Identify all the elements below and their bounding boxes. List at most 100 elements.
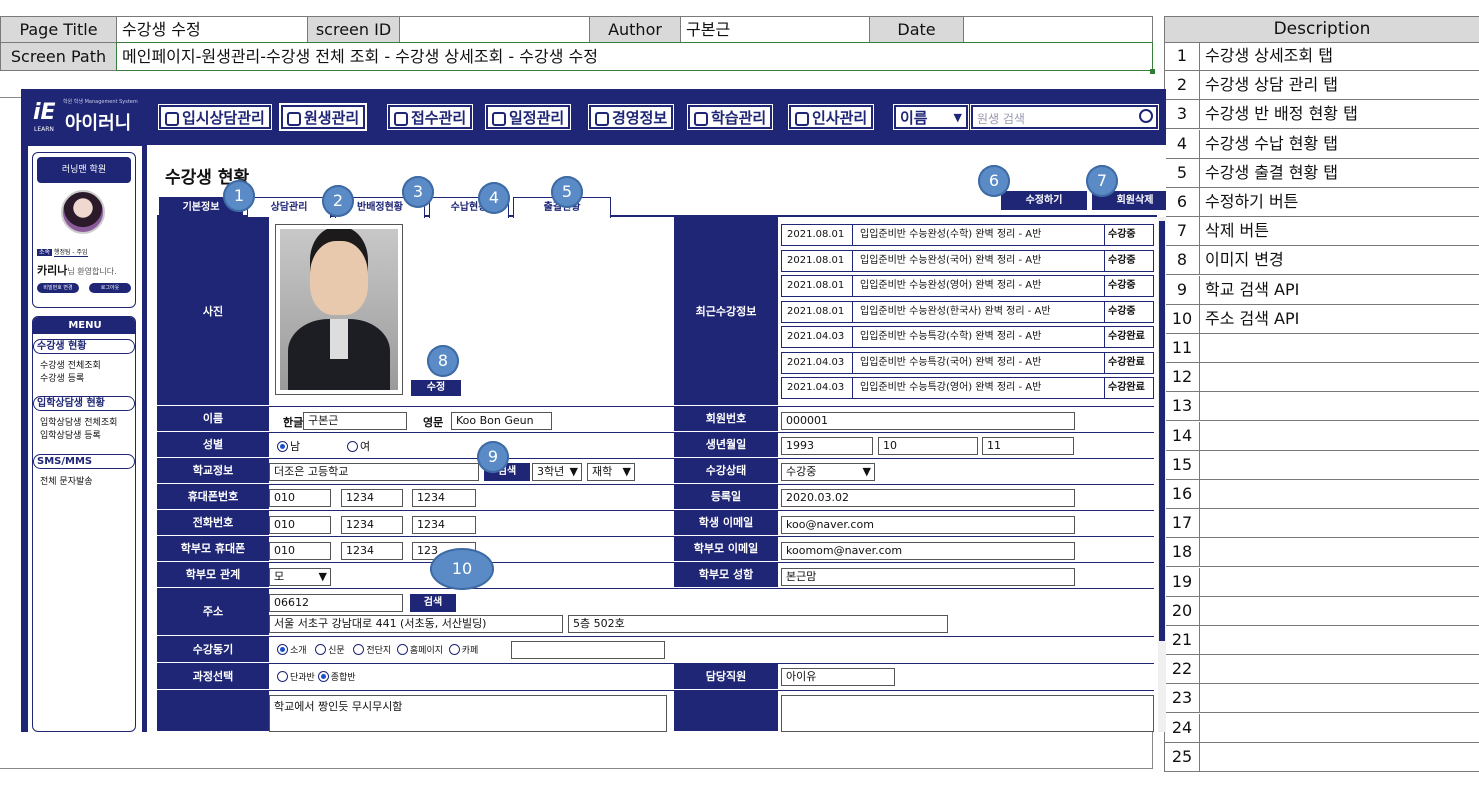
- menu-item-sms-all[interactable]: 전체 문자발송: [40, 474, 93, 487]
- recent-course-row[interactable]: 2021.04.03 입입준비반 수능특강(수학) 완벽 정리 - A반 수강완료: [781, 326, 1154, 348]
- main-content: 수강생 현황 기본정보 상담관리 반배정현황 수납현황 출결현황 수정하기 회원…: [147, 145, 1166, 732]
- recent-course-row[interactable]: 2021.04.03 입입준비반 수능특강(국어) 완벽 정리 - A반 수강완료: [781, 351, 1154, 374]
- recent-course-name: 입입준비반 수능완성(한국사) 완벽 정리 - A반: [860, 305, 1051, 317]
- memo-textarea[interactable]: 학교에서 짱인듯 무시무시함: [269, 695, 667, 732]
- description-row: 21: [1164, 626, 1479, 655]
- cell-divider: [852, 225, 853, 245]
- change-password-button[interactable]: 비밀번호 변경: [37, 283, 79, 293]
- annotation-badge-8: 8: [427, 345, 459, 377]
- annotation-badge-7: 7: [1086, 165, 1118, 197]
- phone-3-input[interactable]: 1234: [412, 489, 476, 507]
- motive-other-input[interactable]: [511, 641, 665, 659]
- motive-radio[interactable]: 신문: [315, 644, 345, 656]
- motive-label: 수강동기: [157, 636, 269, 663]
- motive-radio[interactable]: 전단지: [353, 644, 391, 656]
- search-input[interactable]: 원생 검색: [971, 105, 1158, 129]
- course-radio-full[interactable]: 종합반: [317, 671, 356, 683]
- parent-phone-2-input[interactable]: 1234: [341, 542, 403, 560]
- nav-receipt[interactable]: 접수관리: [388, 105, 473, 129]
- search-type-select[interactable]: 이름 ▼: [894, 105, 968, 129]
- birth-month-input[interactable]: 10: [878, 437, 978, 455]
- member-no-input[interactable]: 000001: [781, 412, 1075, 430]
- kor-label: 한글: [283, 416, 304, 429]
- logout-button[interactable]: 로그아웃: [89, 283, 131, 293]
- enroll-select[interactable]: 재학 ▼: [587, 463, 635, 481]
- menu-item-student-list[interactable]: 수강생 전체조회: [40, 358, 101, 371]
- recent-course-row[interactable]: 2021.08.01 입입준비반 수능완성(수학) 완벽 정리 - A반 수강중: [781, 224, 1154, 246]
- eng-name-input[interactable]: Koo Bon Geun: [451, 412, 552, 430]
- search-icon[interactable]: [1139, 109, 1153, 123]
- address-search-button[interactable]: 검색: [410, 594, 456, 612]
- nav-schedule[interactable]: 일정관리: [486, 105, 571, 129]
- nav-label: 접수관리: [411, 109, 467, 127]
- description-row: 19: [1164, 567, 1479, 597]
- grade-select[interactable]: 3학년 ▼: [532, 463, 582, 481]
- photo-edit-button[interactable]: 수정: [411, 380, 461, 396]
- recent-course-row[interactable]: 2021.04.03 입입준비반 수능특강(영어) 완벽 정리 - A반 수강완료: [781, 377, 1154, 399]
- gender-female[interactable]: 여: [347, 438, 370, 454]
- reg-date-input[interactable]: 2020.03.02: [781, 489, 1075, 507]
- recent-course-row[interactable]: 2021.08.01 입입준비반 수능완성(국어) 완벽 정리 - A반 수강중: [781, 249, 1154, 272]
- edit-button[interactable]: 수정하기: [1001, 191, 1087, 210]
- sidebar: 러닝맨 학원 소속 행정팀 - 주임 카리나님 환영합니다. 비밀번호 변경 로…: [27, 145, 143, 732]
- tel-3-input[interactable]: 1234: [412, 516, 476, 534]
- nav-admission[interactable]: 입시상담관리: [159, 105, 271, 129]
- motive-radio[interactable]: 카페: [448, 644, 478, 656]
- relation-select[interactable]: 모 ▼: [269, 568, 331, 586]
- kor-name-input[interactable]: 구본근: [303, 412, 407, 430]
- nav-learning[interactable]: 학습관리: [688, 105, 773, 129]
- motive-label-1: 신문: [328, 646, 345, 656]
- nav-hr[interactable]: 인사관리: [789, 105, 874, 129]
- motive-radio[interactable]: 홈페이지: [396, 644, 443, 656]
- staff-input[interactable]: 아이유: [781, 668, 895, 686]
- app-logo[interactable]: iE LEARN 학원 학생 Management System 아이러니: [33, 98, 138, 134]
- course-radio-group[interactable]: 단과반 종합반: [277, 670, 356, 683]
- description-row-number: 15: [1165, 450, 1200, 479]
- memo-right-textarea[interactable]: [781, 695, 1154, 732]
- recent-course-row[interactable]: 2021.08.01 입입준비반 수능완성(한국사) 완벽 정리 - A반 수강중: [781, 300, 1154, 323]
- description-row: 23: [1164, 684, 1479, 714]
- recent-course-status: 수강완료: [1108, 331, 1145, 342]
- menu-group-admission[interactable]: 입학상담생 현황: [33, 396, 135, 411]
- menu-item-student-register[interactable]: 수강생 등록: [40, 371, 84, 384]
- radio-icon: [277, 441, 288, 452]
- motive-radio-group[interactable]: 소개 신문 전단지 홈페이지 카페: [277, 643, 478, 656]
- date-value: [963, 16, 1153, 43]
- nav-students[interactable]: 원생관리: [281, 105, 366, 129]
- scrollbar-thumb[interactable]: [1159, 221, 1165, 641]
- birth-day-input[interactable]: 11: [982, 437, 1074, 455]
- address-2-input[interactable]: 5층 502호: [568, 615, 948, 633]
- date-label: Date: [869, 16, 964, 43]
- gender-male[interactable]: 남: [277, 438, 300, 454]
- description-row-text: 수강생 반 배정 현황 탭: [1205, 104, 1358, 124]
- scrollbar-track[interactable]: [1158, 217, 1166, 732]
- motive-radio[interactable]: 소개: [277, 644, 307, 656]
- menu-item-admission-register[interactable]: 입학상담생 등록: [40, 428, 101, 441]
- parent-name-input[interactable]: 본근맘: [781, 568, 1075, 586]
- description-row-number: 24: [1165, 713, 1200, 742]
- page-title-label: Page Title: [0, 16, 117, 43]
- menu-group-students[interactable]: 수강생 현황: [33, 339, 135, 354]
- email-input[interactable]: koo@naver.com: [781, 516, 1075, 534]
- menu-group-sms[interactable]: SMS/MMS: [33, 454, 135, 469]
- status-select[interactable]: 수강중 ▼: [781, 463, 875, 481]
- phone-2-input[interactable]: 1234: [341, 489, 403, 507]
- description-row-text: 수강생 상세조회 탭: [1205, 46, 1333, 65]
- photo-label: 사진: [157, 217, 269, 406]
- course-radio-single[interactable]: 단과반: [277, 671, 315, 683]
- parent-email-input[interactable]: koomom@naver.com: [781, 542, 1075, 560]
- address-label: 주소: [157, 588, 269, 636]
- birth-year-input[interactable]: 1993: [781, 437, 873, 455]
- phone-1-input[interactable]: 010: [269, 489, 331, 507]
- menu-item-admission-list[interactable]: 입학상담생 전체조회: [40, 415, 117, 428]
- tel-1-input[interactable]: 010: [269, 516, 331, 534]
- tab-counseling[interactable]: 상담관리: [247, 197, 331, 218]
- student-photo: [275, 224, 403, 395]
- nav-management[interactable]: 경영정보: [589, 105, 674, 129]
- tel-2-input[interactable]: 1234: [341, 516, 403, 534]
- school-input[interactable]: 더조은 고등학교: [269, 463, 479, 481]
- recent-course-row[interactable]: 2021.08.01 입입준비반 수능완성(영어) 완벽 정리 - A반 수강중: [781, 275, 1154, 297]
- parent-phone-1-input[interactable]: 010: [269, 542, 331, 560]
- address-1-input[interactable]: 서울 서초구 강남대로 441 (서초동, 서산빌딩): [269, 615, 563, 633]
- zip-input[interactable]: 06612: [269, 594, 403, 612]
